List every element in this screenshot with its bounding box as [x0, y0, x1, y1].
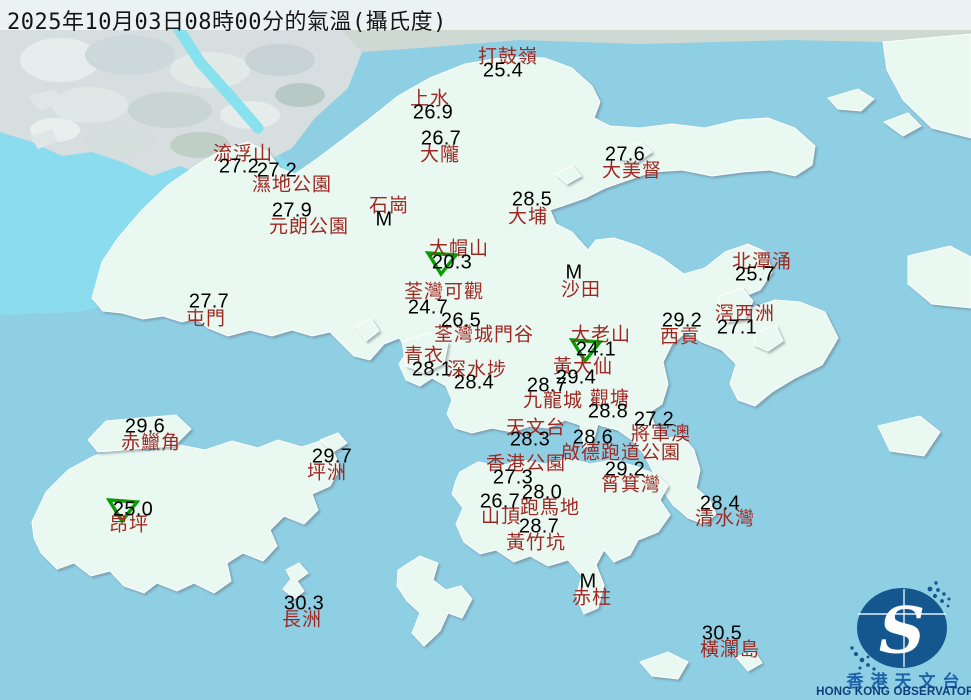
station-temperature: 29.7 — [312, 446, 352, 469]
station-temperature: 28.7 — [519, 516, 559, 539]
station-temperature: 28.5 — [512, 189, 552, 212]
station-temperature: 27.2 — [634, 409, 674, 432]
station-temperature: 27.6 — [605, 144, 645, 167]
map-title: 2025年10月03日08時00分的氣溫(攝氏度) — [7, 4, 447, 36]
hko-logo-english: HONG KONG OBSERVATORY — [816, 686, 971, 698]
station-temperature: 30.3 — [284, 593, 324, 616]
station-temperature: 27.1 — [717, 317, 757, 340]
station-temperature: 26.9 — [413, 102, 453, 125]
temperature-map: S 2025年10月03日08時00分的氣溫(攝氏度) 打鼓嶺25.4上水26.… — [0, 0, 971, 700]
station-temperature: 29.6 — [125, 416, 165, 439]
station-temperature: M — [580, 571, 597, 594]
station-temperature: 29.2 — [605, 459, 645, 482]
station-temperature: 27.2 — [257, 160, 297, 183]
station-temperature: 26.7 — [421, 128, 461, 151]
station-temperature: M — [566, 262, 583, 285]
station-temperature: 28.8 — [588, 401, 628, 424]
station-temperature: 28.4 — [700, 493, 740, 516]
station-temperature: 28.0 — [522, 482, 562, 505]
svg-text:S: S — [879, 594, 925, 669]
station-temperature: 25.7 — [735, 264, 775, 287]
station-temperature: 25.0 — [113, 499, 153, 522]
station-temperature: 25.4 — [483, 60, 523, 83]
station-temperature: 30.5 — [702, 623, 742, 646]
station-temperature: 26.5 — [441, 310, 481, 333]
station-temperature: 27.9 — [272, 200, 312, 223]
station-temperature: 26.7 — [480, 491, 520, 514]
station-temperature: 28.4 — [454, 372, 494, 395]
station-temperature: 28.7 — [527, 375, 567, 398]
station-temperature: M — [376, 209, 393, 232]
station-temperature: 28.6 — [573, 427, 613, 450]
station-temperature: 29.2 — [662, 310, 702, 333]
station-temperature: 20.3 — [432, 252, 472, 275]
hong-kong-map: S — [0, 0, 971, 700]
station-temperature: 27.7 — [189, 291, 229, 314]
